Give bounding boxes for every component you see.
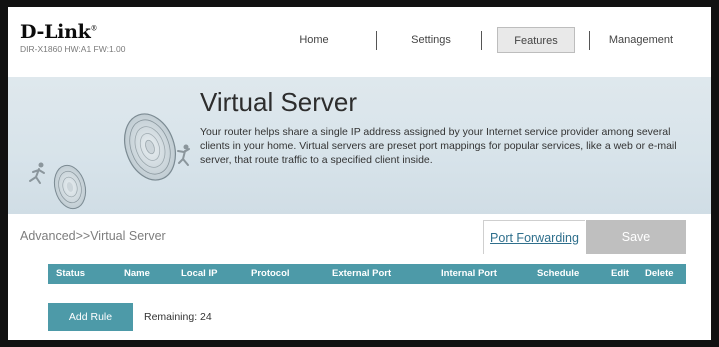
nav-features[interactable]: Features	[497, 27, 575, 53]
add-rule-button[interactable]: Add Rule	[48, 303, 133, 331]
breadcrumb: Advanced>>Virtual Server	[20, 229, 166, 243]
col-edit: Edit	[611, 268, 629, 279]
trademark-icon: ®	[90, 24, 98, 33]
page-title: Virtual Server	[200, 87, 358, 117]
rules-table-header: Status Name Local IP Protocol External P…	[48, 264, 686, 284]
model-info: DIR-X1860 HW:A1 FW:1.00	[20, 44, 126, 54]
port-forwarding-link[interactable]: Port Forwarding	[483, 220, 585, 254]
main-nav: Home Settings Features Management	[266, 27, 686, 53]
col-internal-port: Internal Port	[441, 268, 497, 279]
breadcrumb-bar: Advanced>>Virtual Server Port Forwarding…	[8, 214, 711, 256]
logo-text: D-Link	[20, 21, 91, 43]
virtual-server-illustration-icon	[29, 113, 190, 210]
nav-management[interactable]: Management	[601, 27, 681, 53]
screen-frame: D-Link® DIR-X1860 HW:A1 FW:1.00 Home Set…	[0, 0, 719, 347]
col-name: Name	[124, 268, 150, 279]
col-delete: Delete	[645, 268, 674, 279]
save-button[interactable]: Save	[586, 220, 686, 254]
col-protocol: Protocol	[251, 268, 290, 279]
feature-banner: Virtual Server Your router helps share a…	[8, 77, 711, 214]
col-schedule: Schedule	[537, 268, 580, 279]
router-page: D-Link® DIR-X1860 HW:A1 FW:1.00 Home Set…	[8, 7, 711, 340]
page-description: Your router helps share a single IP addr…	[200, 126, 677, 167]
nav-divider	[376, 31, 377, 50]
nav-settings[interactable]: Settings	[396, 27, 466, 53]
header: D-Link® DIR-X1860 HW:A1 FW:1.00 Home Set…	[8, 7, 711, 77]
col-local-ip: Local IP	[181, 268, 218, 279]
nav-divider	[481, 31, 482, 50]
nav-divider	[589, 31, 590, 50]
nav-home[interactable]: Home	[284, 27, 344, 53]
col-external-port: External Port	[332, 268, 392, 279]
col-status: Status	[56, 268, 86, 279]
dlink-logo: D-Link®	[20, 21, 97, 43]
remaining-count: Remaining: 24	[144, 311, 212, 323]
